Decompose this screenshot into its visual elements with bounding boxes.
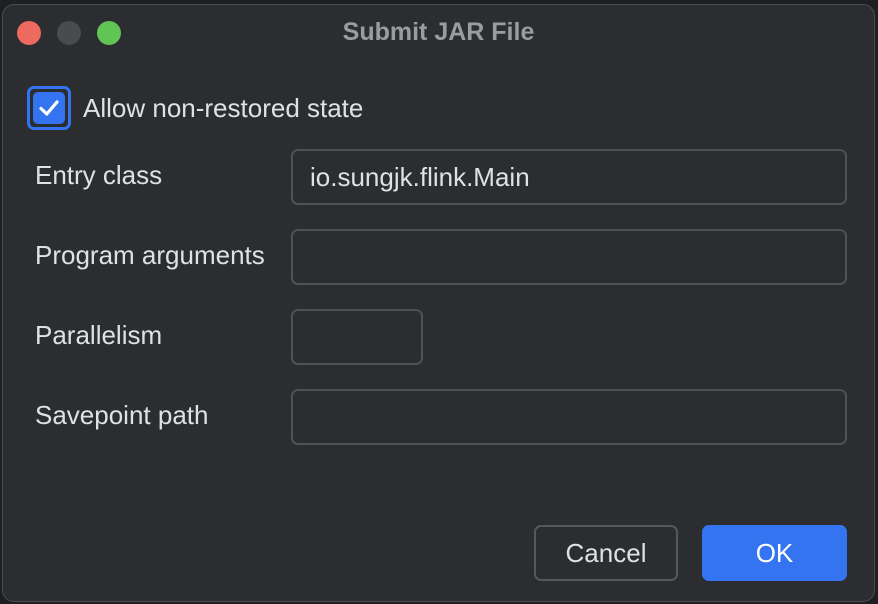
parallelism-field[interactable]	[291, 309, 423, 365]
cancel-button[interactable]: Cancel	[534, 525, 678, 581]
program-arguments-field[interactable]	[291, 229, 847, 285]
allow-non-restored-row[interactable]: Allow non-restored state	[27, 85, 363, 131]
entry-class-label: Entry class	[35, 160, 163, 190]
savepoint-path-label: Savepoint path	[35, 400, 209, 430]
title-bar[interactable]: Submit JAR File	[3, 5, 874, 59]
dialog-title: Submit JAR File	[342, 18, 535, 46]
allow-non-restored-label: Allow non-restored state	[83, 92, 364, 123]
allow-non-restored-checkbox[interactable]	[27, 86, 71, 130]
entry-class-field[interactable]: io.sungjk.flink.Main	[291, 149, 847, 205]
parallelism-label: Parallelism	[35, 320, 163, 350]
program-arguments-label: Program arguments	[35, 240, 265, 270]
checkbox-fill	[33, 92, 65, 124]
submit-jar-dialog: Submit JAR File Allow non-restored state…	[2, 4, 875, 602]
savepoint-path-field[interactable]	[291, 389, 847, 445]
ok-button[interactable]: OK	[702, 525, 847, 581]
checkmark-icon	[39, 100, 59, 116]
